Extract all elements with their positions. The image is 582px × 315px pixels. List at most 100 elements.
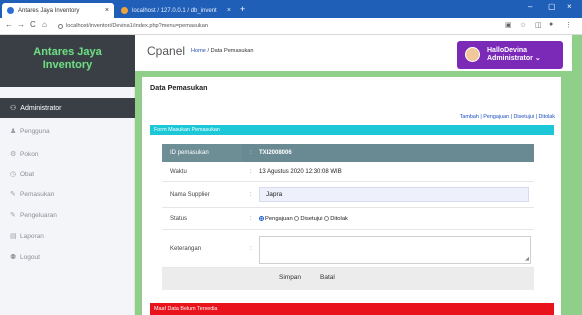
resize-handle-icon[interactable]: ◢ [525, 256, 529, 262]
maximize-icon[interactable]: ▢ [548, 2, 556, 11]
user-icon: ♟ [10, 128, 17, 135]
gear-icon: ⚙ [10, 151, 17, 158]
pencil-icon: ✎ [10, 191, 16, 198]
brand-logo: Antares Jaya Inventory [0, 35, 135, 87]
tab-label: localhost / 127.0.0.1 / db_invent [132, 7, 217, 14]
sidebar-item-label: Obat [20, 170, 35, 178]
breadcrumb-current: Data Pemasukan [210, 48, 254, 54]
admin-icon: ⚇ [10, 105, 17, 112]
sidebar-item-pengguna[interactable]: ♟ Pengguna [10, 127, 50, 136]
form-header: Form Masukan Pemasukan [150, 125, 554, 135]
colon: : [250, 191, 252, 198]
status-radio-group: Pengajuan Disetujui Ditolak [259, 208, 348, 229]
sidebar-item-label: Pengguna [20, 127, 50, 135]
colon: : [250, 150, 252, 156]
admin-label: Administrator [20, 104, 62, 112]
colon: : [250, 168, 252, 175]
chevron-down-icon: ⌄ [534, 55, 541, 62]
url-text: localhost/inventori/Devina1/index.php?me… [66, 23, 208, 29]
brand-line-2: Inventory [42, 59, 93, 71]
forward-icon[interactable]: → [17, 20, 25, 29]
error-alert: Maaf Data Belum Tersedia [150, 303, 554, 315]
tab-close-icon[interactable]: × [227, 7, 231, 14]
form-row-waktu: Waktu : 13 Agustus 2020 12:30:08 WIB [162, 162, 534, 182]
url-field[interactable]: localhost/inventori/Devina1/index.php?me… [58, 20, 208, 32]
extension-icon[interactable]: ◫ [535, 21, 542, 29]
radio-label-pengajuan: Pengajuan [265, 215, 293, 222]
status-label: Status [170, 215, 188, 222]
form-row-keterangan: Keterangan : ◢ [162, 230, 534, 268]
colon: : [250, 245, 252, 252]
favicon-icon [7, 7, 14, 14]
right-edge-strip [572, 35, 582, 315]
sidebar-item-label: Laporan [20, 232, 44, 240]
main-content: Data Pemasukan Tambah | Pengajuan | Dise… [142, 77, 561, 315]
form-row-supplier: Nama Supplier : Japra [162, 182, 534, 208]
brand-line-1: Antares Jaya [33, 46, 102, 58]
radio-label-ditolak: Ditolak [330, 215, 348, 222]
sidebar-item-label: Pengeluaran [20, 211, 57, 219]
form-row-status: Status : Pengajuan Disetujui Ditolak [162, 208, 534, 230]
waktu-value: 13 Agustus 2020 12:30:08 WIB [259, 168, 342, 175]
radio-ditolak[interactable] [324, 216, 330, 221]
radio-pengajuan[interactable] [259, 216, 264, 221]
colon: : [250, 215, 252, 222]
form-actions: Simpan Batal [162, 268, 534, 290]
sidebar: Antares Jaya Inventory ⚇ Administrator ♟… [0, 35, 135, 315]
sidebar-item-obat[interactable]: ◷ Obat [10, 170, 35, 179]
minimize-icon[interactable]: – [528, 2, 532, 11]
sidebar-item-laporan[interactable]: ▤ Laporan [10, 232, 44, 241]
admin-profile-row: ⚇ Administrator [0, 98, 135, 118]
sidebar-item-pengeluaran[interactable]: ✎ Pengeluaran [10, 211, 57, 220]
save-button[interactable]: Simpan [279, 274, 301, 281]
supplier-label: Nama Supplier [170, 191, 210, 198]
filter-links[interactable]: Tambah | Pengajuan | Disetujui | Ditolak [460, 114, 555, 120]
browser-tab-active[interactable]: Antares Jaya Inventory × [2, 3, 114, 18]
favicon-icon [121, 7, 128, 14]
reload-icon[interactable]: C [30, 20, 36, 29]
window-close-icon[interactable]: × [567, 2, 572, 11]
user-menu-button[interactable]: HalloDevina Administrator ⌄ [457, 41, 563, 69]
sidebar-item-label: Logout [20, 253, 40, 261]
breadcrumb: Home / Data Pemasukan [191, 48, 254, 54]
pencil-icon: ✎ [10, 212, 16, 219]
profile-icon[interactable]: ● [549, 21, 553, 28]
sidebar-item-logout[interactable]: ⚉ Logout [10, 253, 40, 262]
tab-close-icon[interactable]: × [105, 7, 109, 14]
keterangan-label: Keterangan [170, 245, 202, 252]
supplier-input[interactable]: Japra [259, 187, 529, 202]
sidebar-item-label: Pemasukan [20, 190, 55, 198]
translate-icon[interactable]: ▣ [505, 21, 512, 29]
address-bar: ← → C ⌂ localhost/inventori/Devina1/inde… [0, 18, 582, 35]
radio-label-disetujui: Disetujui [300, 215, 323, 222]
back-icon[interactable]: ← [5, 20, 13, 29]
report-icon: ▤ [10, 233, 17, 240]
browser-tab[interactable]: localhost / 127.0.0.1 / db_invent × [116, 3, 236, 18]
star-icon[interactable]: ☆ [520, 21, 526, 29]
top-header: Cpanel Home / Data Pemasukan HalloDevina… [135, 35, 572, 71]
sidebar-item-pokon[interactable]: ⚙ Pokon [10, 150, 39, 159]
cancel-button[interactable]: Batal [320, 274, 335, 281]
page-app-title: Cpanel [147, 44, 186, 58]
home-icon[interactable]: ⌂ [42, 20, 47, 29]
sidebar-item-pemasukan[interactable]: ✎ Pemasukan [10, 190, 55, 199]
avatar [465, 47, 480, 62]
logout-icon: ⚉ [10, 254, 17, 261]
menu-dots-icon[interactable]: ⋮ [565, 21, 572, 29]
sidebar-item-label: Pokon [20, 150, 39, 158]
page-title: Data Pemasukan [150, 83, 208, 92]
form-row-id: ID pemasukan : TXI2008006 [162, 144, 534, 162]
new-tab-button[interactable]: + [240, 3, 245, 15]
id-label: ID pemasukan [162, 144, 242, 162]
breadcrumb-home-link[interactable]: Home [191, 48, 206, 54]
radio-disetujui[interactable] [294, 216, 300, 221]
keterangan-textarea[interactable]: ◢ [259, 236, 531, 264]
clock-icon: ◷ [10, 171, 17, 178]
user-greeting: HalloDevina [487, 47, 528, 54]
info-icon[interactable] [58, 23, 63, 29]
user-role: Administrator [487, 55, 533, 62]
browser-tab-bar: Antares Jaya Inventory × localhost / 127… [0, 0, 582, 18]
tab-label: Antares Jaya Inventory [18, 7, 80, 14]
id-value: TXI2008006 [259, 150, 292, 156]
waktu-label: Waktu [170, 168, 187, 175]
